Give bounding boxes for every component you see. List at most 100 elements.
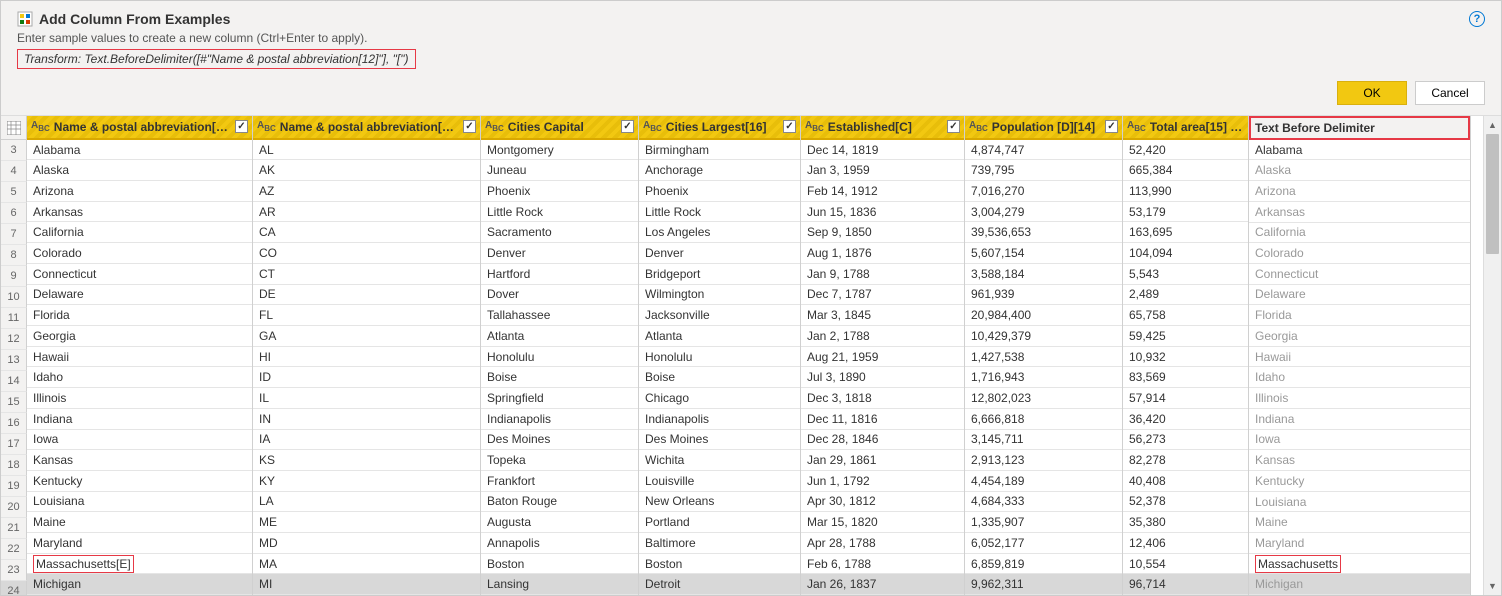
row-number[interactable]: 19: [1, 476, 27, 497]
cell[interactable]: 104,094: [1123, 243, 1248, 264]
cell[interactable]: Dec 3, 1818: [801, 388, 964, 409]
cell[interactable]: CT: [253, 264, 480, 285]
cell[interactable]: Little Rock: [481, 202, 638, 223]
column-checkbox[interactable]: ✓: [463, 120, 476, 133]
cell[interactable]: 56,273: [1123, 430, 1248, 451]
cell[interactable]: Denver: [639, 243, 800, 264]
cell[interactable]: Atlanta: [639, 326, 800, 347]
cell[interactable]: 6,052,177: [965, 533, 1122, 554]
column-checkbox[interactable]: ✓: [1105, 120, 1118, 133]
row-number[interactable]: 4: [1, 161, 27, 182]
cell[interactable]: 12,802,023: [965, 388, 1122, 409]
column-header-name[interactable]: ABCName & postal abbreviation[12]✓: [27, 116, 252, 140]
cell[interactable]: Alabama: [27, 140, 252, 161]
cell[interactable]: 113,990: [1123, 181, 1248, 202]
cell[interactable]: 10,554: [1123, 554, 1248, 575]
cell[interactable]: 3,145,711: [965, 430, 1122, 451]
cell[interactable]: Illinois: [27, 388, 252, 409]
row-number[interactable]: 8: [1, 245, 27, 266]
cell[interactable]: 1,335,907: [965, 512, 1122, 533]
cell[interactable]: 39,536,653: [965, 222, 1122, 243]
example-cell[interactable]: Florida: [1249, 305, 1470, 326]
example-cell[interactable]: Idaho: [1249, 367, 1470, 388]
cell[interactable]: Topeka: [481, 450, 638, 471]
cell[interactable]: Hartford: [481, 264, 638, 285]
scroll-up-icon[interactable]: ▲: [1484, 116, 1501, 134]
cell[interactable]: Kentucky: [27, 471, 252, 492]
cell[interactable]: Honolulu: [481, 347, 638, 368]
cell[interactable]: 6,666,818: [965, 409, 1122, 430]
example-cell[interactable]: Hawaii: [1249, 347, 1470, 368]
example-cell[interactable]: Delaware: [1249, 285, 1470, 306]
cell[interactable]: Mar 3, 1845: [801, 305, 964, 326]
cell[interactable]: Apr 28, 1788: [801, 533, 964, 554]
cell[interactable]: 2,913,123: [965, 450, 1122, 471]
cell[interactable]: 4,684,333: [965, 492, 1122, 513]
cell[interactable]: Birmingham: [639, 140, 800, 161]
cell[interactable]: Phoenix: [639, 181, 800, 202]
cell[interactable]: AK: [253, 160, 480, 181]
row-number[interactable]: 12: [1, 329, 27, 350]
cell[interactable]: MI: [253, 574, 480, 595]
cell[interactable]: KY: [253, 471, 480, 492]
cell[interactable]: Annapolis: [481, 533, 638, 554]
cell[interactable]: Jun 1, 1792: [801, 471, 964, 492]
row-number[interactable]: 24: [1, 581, 27, 595]
row-number[interactable]: 20: [1, 497, 27, 518]
cell[interactable]: Iowa: [27, 430, 252, 451]
example-cell[interactable]: Kansas: [1249, 450, 1470, 471]
cell[interactable]: 20,984,400: [965, 305, 1122, 326]
example-cell[interactable]: Indiana: [1249, 409, 1470, 430]
cell[interactable]: Feb 6, 1788: [801, 554, 964, 575]
row-number[interactable]: 13: [1, 350, 27, 371]
cell[interactable]: Anchorage: [639, 160, 800, 181]
cell[interactable]: Juneau: [481, 160, 638, 181]
cell[interactable]: IA: [253, 430, 480, 451]
cell[interactable]: Massachusetts[E]: [27, 554, 252, 575]
cell[interactable]: 2,489: [1123, 285, 1248, 306]
cell[interactable]: MD: [253, 533, 480, 554]
cell[interactable]: 961,939: [965, 285, 1122, 306]
column-checkbox[interactable]: ✓: [783, 120, 796, 133]
row-number[interactable]: 15: [1, 392, 27, 413]
cell[interactable]: Hawaii: [27, 347, 252, 368]
cell[interactable]: Augusta: [481, 512, 638, 533]
cell[interactable]: 10,932: [1123, 347, 1248, 368]
column-checkbox[interactable]: ✓: [947, 120, 960, 133]
example-cell[interactable]: Massachusetts: [1249, 554, 1470, 575]
help-icon[interactable]: ?: [1469, 11, 1485, 27]
cell[interactable]: 7,016,270: [965, 181, 1122, 202]
cell[interactable]: 5,607,154: [965, 243, 1122, 264]
column-checkbox[interactable]: ✓: [621, 120, 634, 133]
cell[interactable]: Boston: [481, 554, 638, 575]
cell[interactable]: Bridgeport: [639, 264, 800, 285]
cell[interactable]: 35,380: [1123, 512, 1248, 533]
column-header-pop[interactable]: ABCPopulation [D][14]✓: [965, 116, 1122, 140]
scroll-thumb[interactable]: [1486, 134, 1499, 254]
cell[interactable]: 3,004,279: [965, 202, 1122, 223]
table-corner-icon[interactable]: [1, 116, 27, 140]
cell[interactable]: Tallahassee: [481, 305, 638, 326]
cell[interactable]: 52,378: [1123, 492, 1248, 513]
cell[interactable]: ME: [253, 512, 480, 533]
cell[interactable]: Boise: [481, 367, 638, 388]
cell[interactable]: Honolulu: [639, 347, 800, 368]
column-header-cap[interactable]: ABCCities Capital✓: [481, 116, 638, 140]
row-number[interactable]: 17: [1, 434, 27, 455]
cell[interactable]: 82,278: [1123, 450, 1248, 471]
cell[interactable]: 739,795: [965, 160, 1122, 181]
cell[interactable]: Jan 3, 1959: [801, 160, 964, 181]
cell[interactable]: Dec 11, 1816: [801, 409, 964, 430]
cell[interactable]: 10,429,379: [965, 326, 1122, 347]
cell[interactable]: Louisville: [639, 471, 800, 492]
cell[interactable]: Connecticut: [27, 264, 252, 285]
cell[interactable]: Indianapolis: [639, 409, 800, 430]
cell[interactable]: AR: [253, 202, 480, 223]
cell[interactable]: Arizona: [27, 181, 252, 202]
cell[interactable]: Los Angeles: [639, 222, 800, 243]
cell[interactable]: Apr 30, 1812: [801, 492, 964, 513]
cell[interactable]: Mar 15, 1820: [801, 512, 964, 533]
cell[interactable]: New Orleans: [639, 492, 800, 513]
cell[interactable]: 53,179: [1123, 202, 1248, 223]
cell[interactable]: 1,427,538: [965, 347, 1122, 368]
